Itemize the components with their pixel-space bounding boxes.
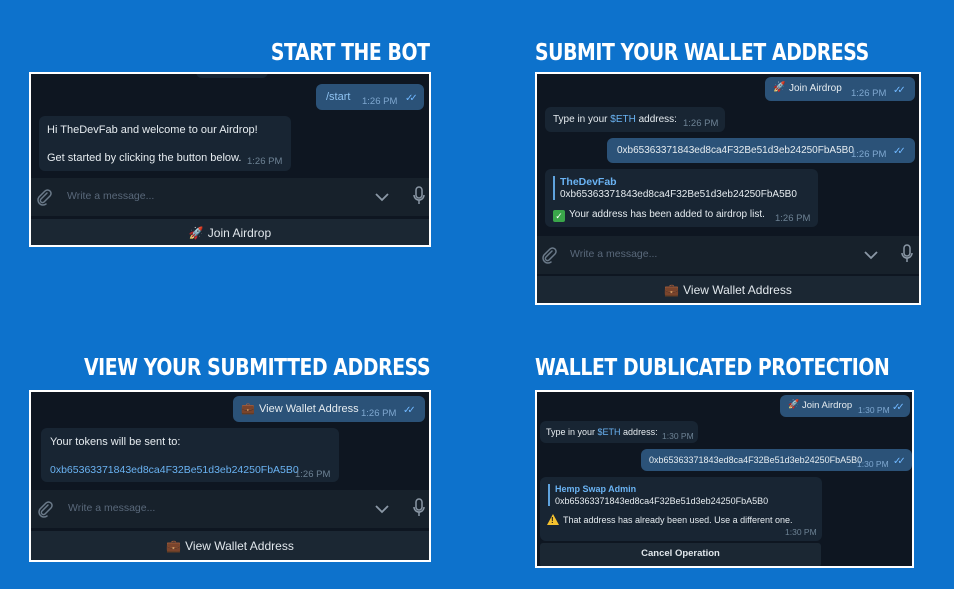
message-time: 1:26 PM — [851, 149, 887, 160]
briefcase-icon: 💼 — [664, 283, 680, 297]
chevron-down-icon[interactable] — [374, 504, 390, 514]
token-link[interactable]: $ETH — [610, 114, 636, 125]
chevron-down-icon[interactable] — [863, 250, 879, 260]
tokens-line: Your tokens will be sent to: — [50, 436, 181, 448]
confirmation-message: TheDevFab 0xb65363371843ed8ca4F32Be51d3e… — [545, 169, 818, 227]
message-composer: Write a message... — [31, 490, 429, 528]
prompt-text: Type in your $ETH address: — [546, 427, 658, 437]
microphone-icon[interactable] — [413, 186, 425, 206]
tokens-message: Your tokens will be sent to: 0xb65363371… — [41, 428, 339, 482]
double-check-icon: ✓✓ — [893, 146, 906, 157]
outgoing-message: 💼 View Wallet Address 1:26 PM ✓✓ — [233, 396, 425, 422]
outgoing-address-message: 0xb65363371843ed8ca4F32Be51d3eb24250FbA5… — [607, 138, 915, 163]
warning-text: That address has already been used. Use … — [563, 515, 793, 525]
rocket-icon: 🚀 — [773, 82, 786, 93]
paperclip-icon[interactable] — [35, 188, 53, 206]
briefcase-icon: 💼 — [166, 539, 182, 553]
prompt-suffix: address: — [620, 427, 658, 437]
message-text: 0xb65363371843ed8ca4F32Be51d3eb24250FbA5… — [649, 455, 863, 465]
message-input[interactable]: Write a message... — [68, 502, 155, 514]
message-time: 1:26 PM — [775, 213, 811, 224]
reply-quote[interactable]: Hemp Swap Admin 0xb65363371843ed8ca4F32B… — [548, 484, 768, 506]
message-time: 1:26 PM — [295, 469, 331, 480]
outgoing-message: 🚀 Join Airdrop 1:30 PM ✓✓ — [780, 395, 910, 417]
message-time: 1:30 PM — [858, 405, 890, 415]
heading-submit-wallet: SUBMIT YOUR WALLET ADDRESS — [535, 40, 869, 66]
button-label: View Wallet Address — [683, 283, 792, 297]
message-text: Join Airdrop — [802, 400, 853, 411]
prompt-suffix: address: — [635, 114, 677, 125]
message-time: 1:26 PM — [361, 408, 397, 419]
button-label: Cancel Operation — [641, 548, 720, 559]
prompt-prefix: Type in your — [546, 427, 598, 437]
chevron-down-icon[interactable] — [374, 192, 390, 202]
message-text: /start — [326, 91, 351, 103]
prompt-prefix: Type in your — [553, 114, 611, 125]
double-check-icon: ✓✓ — [893, 456, 906, 467]
double-check-icon: ✓✓ — [405, 93, 418, 104]
greeting-message: Hi TheDevFab and welcome to our Airdrop!… — [39, 116, 291, 171]
warning-message: Hemp Swap Admin 0xb65363371843ed8ca4F32B… — [540, 477, 822, 541]
cancel-operation-button[interactable]: Cancel Operation — [540, 543, 821, 566]
warning-line: ! That address has already been used. Use… — [547, 514, 792, 525]
prompt-text: Type in your $ETH address: — [553, 114, 677, 125]
check-mark-icon: ✓ — [553, 210, 565, 222]
quote-text: 0xb65363371843ed8ca4F32Be51d3eb24250FbA5… — [560, 189, 797, 200]
rocket-icon: 🚀 — [188, 226, 204, 240]
message-composer: Write a message... — [537, 236, 919, 274]
paperclip-icon[interactable] — [540, 246, 558, 264]
message-text: View Wallet Address — [259, 403, 359, 415]
paperclip-icon[interactable] — [36, 500, 54, 518]
message-text: 0xb65363371843ed8ca4F32Be51d3eb24250FbA5… — [617, 145, 854, 156]
confirm-line: ✓ Your address has been added to airdrop … — [553, 209, 765, 222]
quote-text: 0xb65363371843ed8ca4F32Be51d3eb24250FbA5… — [555, 496, 769, 506]
briefcase-icon: 💼 — [241, 403, 255, 415]
message-time: 1:26 PM — [851, 88, 887, 99]
reply-quote[interactable]: TheDevFab 0xb65363371843ed8ca4F32Be51d3e… — [553, 176, 797, 200]
message-time: 1:30 PM — [662, 431, 694, 441]
double-check-icon: ✓✓ — [403, 405, 416, 416]
message-time: 1:26 PM — [362, 96, 398, 107]
view-wallet-address-button[interactable]: 💼 View Wallet Address — [31, 529, 429, 560]
greeting-line-2: Get started by clicking the button below… — [47, 152, 242, 164]
message-time: 1:26 PM — [683, 118, 719, 129]
view-wallet-address-button[interactable]: 💼 View Wallet Address — [537, 274, 919, 303]
chat-panel-view: 💼 View Wallet Address 1:26 PM ✓✓ Your to… — [29, 390, 431, 562]
outgoing-message: 🚀 Join Airdrop 1:26 PM ✓✓ — [765, 77, 915, 101]
join-airdrop-button[interactable]: 🚀 Join Airdrop — [31, 217, 429, 245]
top-partial-bubble — [196, 74, 268, 78]
rocket-icon: 🚀 — [788, 399, 800, 409]
outgoing-message: /start 1:26 PM ✓✓ — [316, 84, 424, 110]
message-text: Join Airdrop — [789, 83, 842, 94]
message-time: 1:30 PM — [857, 459, 889, 469]
heading-duplicate-protection: WALLET DUBLICATED PROTECTION — [535, 355, 890, 381]
quote-author: TheDevFab — [560, 176, 617, 188]
greeting-line-1: Hi TheDevFab and welcome to our Airdrop! — [47, 124, 258, 136]
button-label: Join Airdrop — [207, 226, 272, 240]
prompt-message: Type in your $ETH address: 1:30 PM — [540, 421, 698, 443]
button-label: View Wallet Address — [185, 539, 294, 553]
quote-author: Hemp Swap Admin — [555, 484, 637, 494]
heading-view-address: VIEW YOUR SUBMITTED ADDRESS — [83, 355, 431, 381]
token-link[interactable]: $ETH — [598, 427, 621, 437]
chat-panel-start: /start 1:26 PM ✓✓ Hi TheDevFab and welco… — [29, 72, 431, 247]
microphone-icon[interactable] — [901, 244, 913, 264]
message-time: 1:26 PM — [247, 156, 283, 167]
message-time: 1:30 PM — [785, 527, 817, 537]
outgoing-address-message: 0xb65363371843ed8ca4F32Be51d3eb24250FbA5… — [641, 449, 912, 471]
microphone-icon[interactable] — [413, 498, 425, 518]
message-input[interactable]: Write a message... — [67, 190, 154, 202]
message-composer: Write a message... — [31, 178, 429, 216]
chat-panel-submit: 🚀 Join Airdrop 1:26 PM ✓✓ Type in your $… — [535, 72, 921, 305]
warning-icon: ! — [547, 514, 559, 525]
confirm-text: Your address has been added to airdrop l… — [569, 209, 765, 220]
wallet-address[interactable]: 0xb65363371843ed8ca4F32Be51d3eb24250FbA5… — [50, 464, 299, 476]
prompt-message: Type in your $ETH address: 1:26 PM — [545, 107, 725, 132]
chat-panel-protection: 🚀 Join Airdrop 1:30 PM ✓✓ Type in your $… — [535, 390, 914, 568]
double-check-icon: ✓✓ — [892, 402, 905, 413]
heading-start-the-bot: START THE BOT — [271, 40, 430, 66]
double-check-icon: ✓✓ — [893, 85, 906, 96]
message-input[interactable]: Write a message... — [570, 248, 657, 260]
